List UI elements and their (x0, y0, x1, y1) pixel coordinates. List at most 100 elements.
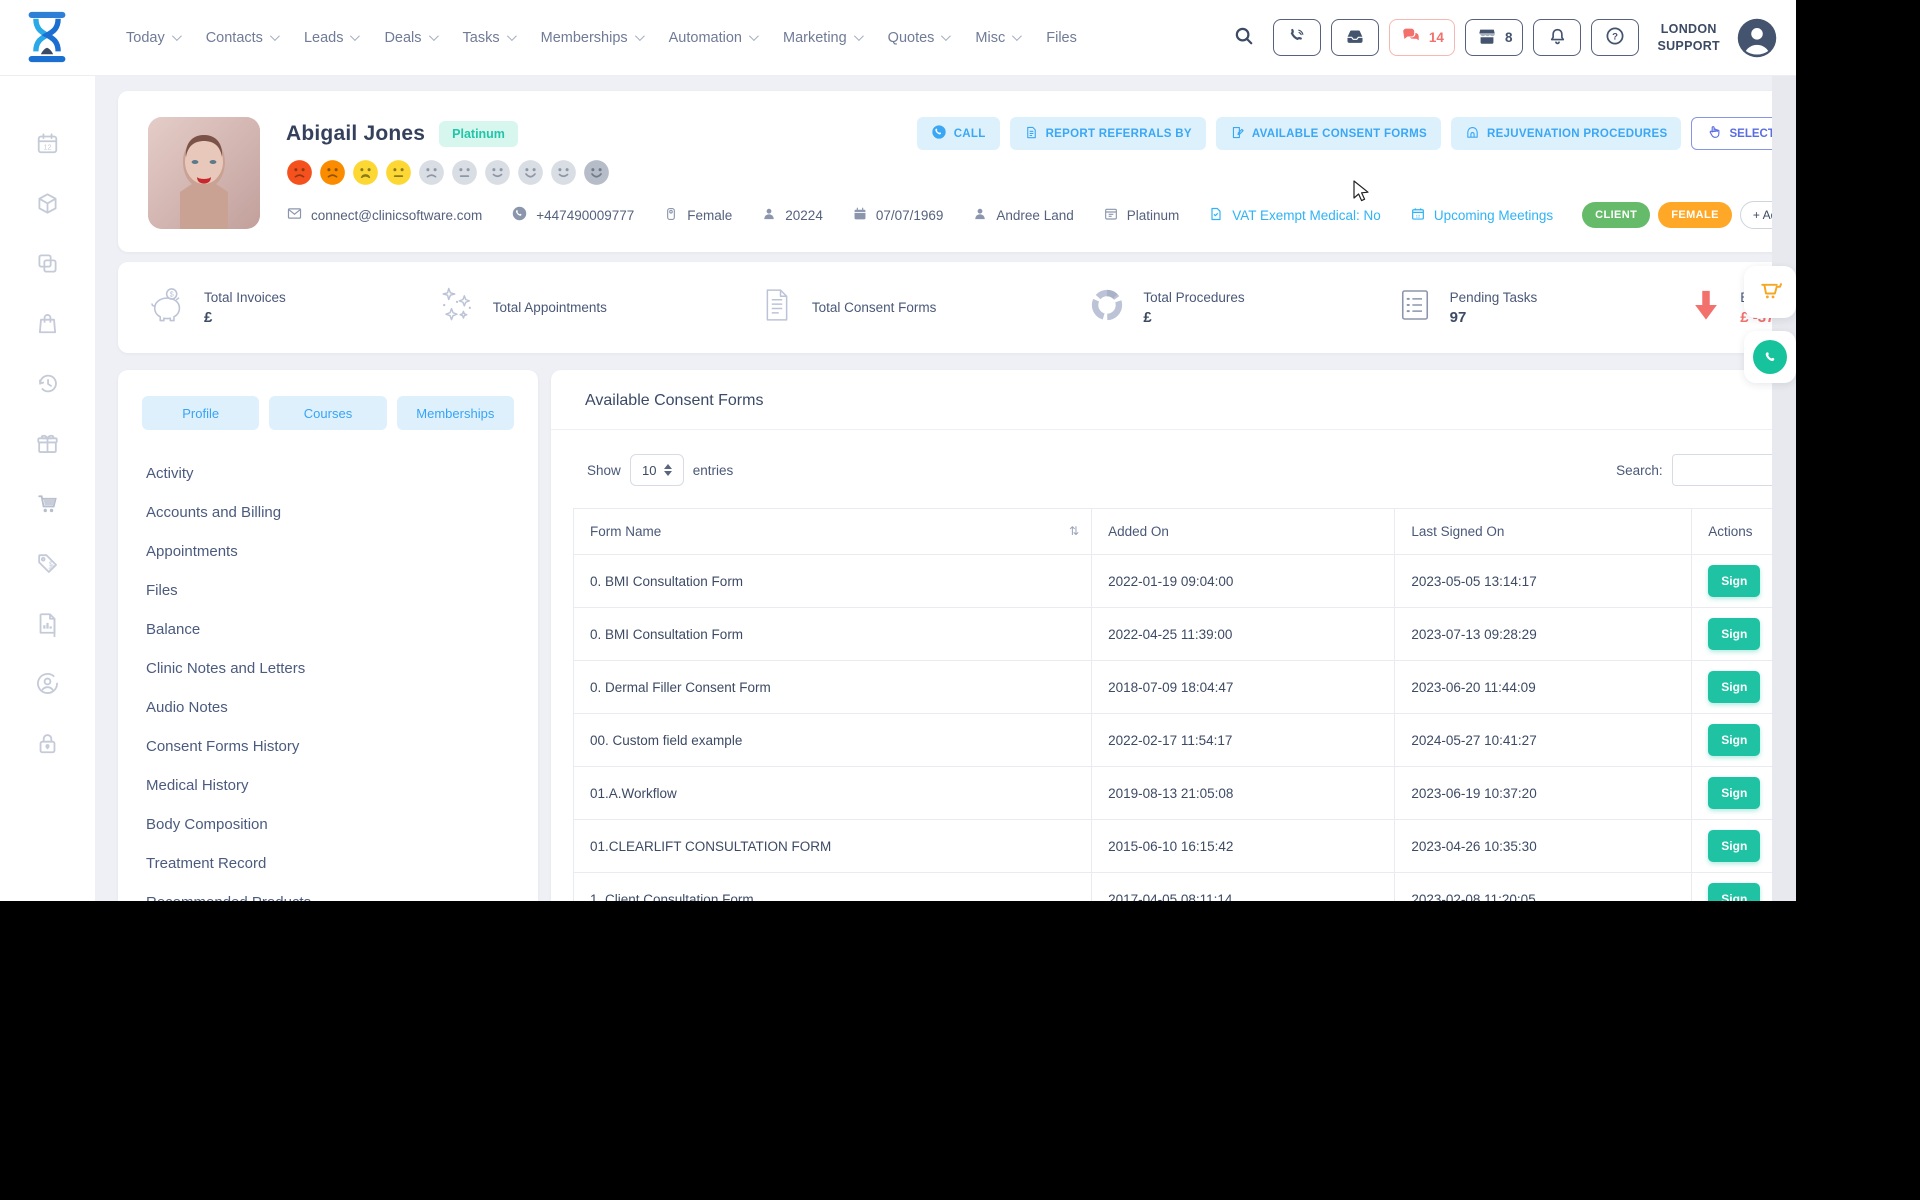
chat-notifications-button[interactable]: 14 (1389, 19, 1455, 56)
nav-item-tasks[interactable]: Tasks (463, 30, 514, 46)
mood-face-icon[interactable] (583, 159, 610, 186)
menu-item-recommended-products[interactable]: Recommended Products (142, 883, 514, 901)
history-icon[interactable] (34, 370, 61, 397)
menu-item-clinic-notes-and-letters[interactable]: Clinic Notes and Letters (142, 649, 514, 688)
menu-item-consent-forms-history[interactable]: Consent Forms History (142, 727, 514, 766)
dialer-button[interactable] (1273, 19, 1321, 56)
rejuvenation-procedures-button[interactable]: REJUVENATION PROCEDURES (1451, 117, 1682, 150)
floating-whatsapp-button[interactable] (1744, 331, 1796, 383)
gift-icon[interactable] (34, 430, 61, 457)
mood-face-icon[interactable] (352, 159, 379, 186)
upcoming-meetings-link[interactable]: 12 Upcoming Meetings (1410, 206, 1553, 225)
nav-item-memberships[interactable]: Memberships (541, 30, 642, 46)
menu-item-appointments[interactable]: Appointments (142, 532, 514, 571)
user-icon (761, 206, 777, 225)
client-photo[interactable] (148, 117, 260, 229)
mood-face-icon[interactable] (418, 159, 445, 186)
cart-icon[interactable] (34, 490, 61, 517)
price-tag-icon[interactable]: $ (34, 550, 61, 577)
help-icon: ? (1604, 25, 1626, 50)
column-header-form-name[interactable]: Form Name⇅ (574, 509, 1092, 555)
app-window: Today Contacts Leads Deals Tasks Members… (0, 0, 1796, 901)
client-profile-card: Abigail Jones Platinum CALL REPORT REFER… (118, 91, 1796, 252)
sort-icon[interactable]: ⇅ (1069, 524, 1079, 538)
label-client[interactable]: CLIENT (1582, 202, 1650, 228)
mood-face-icon[interactable] (517, 159, 544, 186)
tab-courses[interactable]: Courses (269, 396, 386, 430)
show-label: Show (587, 463, 621, 478)
chevron-down-icon (941, 31, 951, 41)
sign-button[interactable]: Sign (1708, 618, 1760, 650)
sign-button[interactable]: Sign (1708, 724, 1760, 756)
sign-button[interactable]: Sign (1708, 671, 1760, 703)
main-nav: Today Contacts Leads Deals Tasks Members… (126, 30, 1077, 46)
mood-face-icon[interactable] (484, 159, 511, 186)
label-female[interactable]: FEMALE (1658, 202, 1732, 228)
notifications-button[interactable] (1533, 19, 1581, 56)
user-icon (972, 206, 988, 225)
entries-label: entries (693, 463, 734, 478)
package-icon[interactable] (34, 190, 61, 217)
store-button[interactable]: 8 (1465, 19, 1524, 56)
email-value[interactable]: connect@clinicsoftware.com (286, 205, 482, 225)
nav-item-leads[interactable]: Leads (304, 30, 358, 46)
user-avatar[interactable] (1736, 17, 1778, 59)
vat-exempt-link[interactable]: VAT Exempt Medical: No (1208, 206, 1381, 225)
sign-button[interactable]: Sign (1708, 565, 1760, 597)
report-icon[interactable] (34, 610, 61, 637)
svg-text:12: 12 (44, 142, 52, 151)
nav-item-contacts[interactable]: Contacts (206, 30, 277, 46)
inbox-button[interactable] (1331, 19, 1379, 56)
tab-memberships[interactable]: Memberships (397, 396, 514, 430)
floating-cart-button[interactable] (1744, 266, 1796, 318)
menu-item-accounts-and-billing[interactable]: Accounts and Billing (142, 493, 514, 532)
help-button[interactable]: ? (1591, 19, 1639, 56)
mood-face-icon[interactable] (319, 159, 346, 186)
menu-item-files[interactable]: Files (142, 571, 514, 610)
chat-count-badge: 14 (1429, 30, 1444, 45)
column-header-added-on[interactable]: Added On (1092, 509, 1395, 555)
nav-item-quotes[interactable]: Quotes (888, 30, 949, 46)
whatsapp-icon (1753, 340, 1787, 374)
nav-item-marketing[interactable]: Marketing (783, 30, 861, 46)
shopping-bag-icon[interactable] (34, 310, 61, 337)
mood-face-icon[interactable] (385, 159, 412, 186)
sign-button[interactable]: Sign (1708, 830, 1760, 862)
clinicsoftware-logo-icon[interactable] (24, 9, 70, 67)
phone-outgoing-icon (1286, 26, 1307, 50)
menu-item-activity[interactable]: Activity (142, 454, 514, 493)
calendar-icon[interactable]: 12 (34, 130, 61, 157)
menu-item-audio-notes[interactable]: Audio Notes (142, 688, 514, 727)
nav-item-automation[interactable]: Automation (669, 30, 756, 46)
nav-item-files[interactable]: Files (1046, 30, 1077, 46)
available-consent-forms-button[interactable]: AVAILABLE CONSENT FORMS (1216, 117, 1441, 150)
menu-item-treatment-record[interactable]: Treatment Record (142, 844, 514, 883)
account-icon[interactable] (34, 670, 61, 697)
nav-item-today[interactable]: Today (126, 30, 179, 46)
menu-item-balance[interactable]: Balance (142, 610, 514, 649)
search-button[interactable] (1225, 21, 1263, 54)
tab-profile[interactable]: Profile (142, 396, 259, 430)
menu-item-body-composition[interactable]: Body Composition (142, 805, 514, 844)
lock-icon[interactable] (34, 730, 61, 757)
chat-bubbles-icon (1400, 25, 1422, 50)
client-id-value: 20224 (761, 206, 823, 225)
sign-button[interactable]: Sign (1708, 883, 1760, 901)
svg-text:$: $ (49, 561, 53, 568)
table-row: 01.CLEARLIFT CONSULTATION FORM2015-06-10… (574, 820, 1797, 873)
page-size-select[interactable]: 10 (630, 454, 684, 486)
copy-icon[interactable] (34, 250, 61, 277)
call-button[interactable]: CALL (917, 117, 1000, 150)
column-header-last-signed-on[interactable]: Last Signed On (1395, 509, 1692, 555)
mood-face-icon[interactable] (550, 159, 577, 186)
menu-item-medical-history[interactable]: Medical History (142, 766, 514, 805)
sign-button[interactable]: Sign (1708, 777, 1760, 809)
tier-badge: Platinum (439, 121, 518, 147)
mood-face-icon[interactable] (451, 159, 478, 186)
phone-value[interactable]: +447490009777 (511, 205, 634, 225)
nav-item-misc[interactable]: Misc (975, 30, 1019, 46)
chevron-down-icon (507, 31, 517, 41)
mood-face-icon[interactable] (286, 159, 313, 186)
nav-item-deals[interactable]: Deals (384, 30, 435, 46)
report-referrals-button[interactable]: REPORT REFERRALS BY (1010, 117, 1206, 150)
